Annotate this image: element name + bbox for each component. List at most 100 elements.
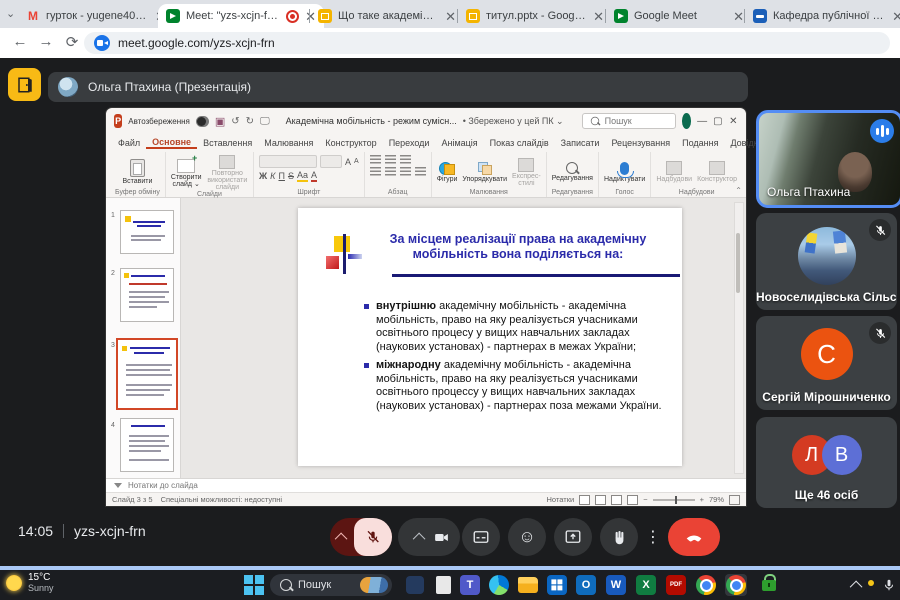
editor-scrollbar[interactable]	[734, 202, 744, 474]
ppt-search-box[interactable]: Пошук	[582, 113, 676, 129]
slide-thumbnail-1[interactable]	[120, 210, 174, 254]
start-slideshow-icon[interactable]: 🖵	[260, 116, 270, 127]
back-icon[interactable]: ←	[10, 33, 30, 50]
zoom-out-icon[interactable]: −	[643, 495, 647, 504]
taskbar-file-explorer-icon[interactable]	[517, 574, 539, 596]
notes-pane[interactable]: Нотатки до слайда	[106, 478, 746, 492]
participant-tile-novoselydivska[interactable]: Новоселидівська Сільс…	[756, 213, 897, 310]
tab-gmail[interactable]: M гурток - yugene4007@gm ✕	[18, 4, 174, 28]
zoom-slider[interactable]	[653, 499, 695, 501]
bullet-list-icon[interactable]	[370, 155, 381, 164]
shrink-font-icon[interactable]: A	[354, 158, 359, 165]
ribbon-tab-record[interactable]: Записати	[555, 138, 606, 148]
editing-button[interactable]: Редагування	[552, 162, 593, 182]
taskbar-chrome-icon[interactable]	[695, 574, 717, 596]
bold-icon[interactable]: Ж	[259, 171, 267, 181]
notes-toggle[interactable]: Нотатки	[547, 495, 575, 504]
leave-room-button[interactable]	[8, 68, 41, 101]
taskbar-edge-icon[interactable]	[488, 574, 510, 596]
dictate-button[interactable]: Надиктувати	[604, 162, 645, 183]
account-avatar[interactable]	[682, 113, 691, 129]
taskbar-lock-app-icon[interactable]	[758, 574, 780, 596]
tab-meet-active[interactable]: Meet: "yzs-xcjn-frn" ✕	[158, 4, 324, 28]
saved-status[interactable]: • Збережено у цей ПК ⌄	[463, 116, 564, 127]
normal-view-icon[interactable]	[579, 495, 590, 505]
ribbon-tab-review[interactable]: Рецензування	[605, 138, 676, 148]
align-left-icon[interactable]	[370, 167, 381, 176]
taskbar-outlook-icon[interactable]: O	[575, 574, 597, 596]
minimize-button[interactable]: —	[697, 116, 707, 127]
justify-icon[interactable]	[415, 167, 426, 176]
ribbon-tab-draw[interactable]: Малювання	[258, 138, 319, 148]
tab-search-chevron-icon[interactable]: ⌄	[6, 7, 15, 20]
font-size-box[interactable]	[320, 155, 342, 168]
camera-options-chevron-icon[interactable]	[409, 518, 433, 556]
participant-tile-serhii[interactable]: С Сергій Мірошниченко	[756, 316, 897, 410]
fit-to-window-icon[interactable]	[729, 495, 740, 505]
align-center-icon[interactable]	[385, 167, 396, 176]
tab-close-icon[interactable]: ✕	[593, 10, 604, 23]
reuse-slides-button[interactable]: Повторно використати слайди	[207, 155, 248, 191]
taskbar-excel-icon[interactable]: X	[635, 574, 657, 596]
strikethrough-icon[interactable]: S	[288, 171, 294, 181]
indent-icon[interactable]	[400, 155, 411, 164]
font-name-box[interactable]	[259, 155, 317, 168]
taskbar-search[interactable]: Пошук	[270, 574, 392, 596]
reading-view-icon[interactable]	[611, 495, 622, 505]
undo-icon[interactable]: ↺	[231, 116, 239, 127]
presentation-tile-bar[interactable]: Ольга Птахина (Презентація)	[48, 72, 748, 102]
slide-sorter-icon[interactable]	[595, 495, 606, 505]
align-right-icon[interactable]	[400, 167, 411, 176]
ribbon-tab-view[interactable]: Подання	[676, 138, 724, 148]
slideshow-view-icon[interactable]	[627, 495, 638, 505]
slide-thumbnail-3-selected[interactable]	[116, 338, 178, 410]
redo-icon[interactable]: ↻	[246, 116, 254, 127]
ribbon-tab-design[interactable]: Конструктор	[319, 138, 382, 148]
more-options-button[interactable]: ⋮	[642, 518, 664, 556]
reactions-button[interactable]: ☺	[508, 518, 546, 556]
captions-button[interactable]	[462, 518, 500, 556]
ribbon-tab-transitions[interactable]: Переходи	[383, 138, 436, 148]
close-button[interactable]: ✕	[729, 116, 738, 127]
italic-icon[interactable]: К	[270, 171, 275, 181]
current-slide-canvas[interactable]: За місцем реалізації права на академічну…	[298, 208, 682, 466]
ribbon-tab-home[interactable]: Основне	[146, 137, 197, 149]
slide-thumbnail-4[interactable]	[120, 418, 174, 472]
taskbar-pdf-icon[interactable]: PDF	[665, 574, 687, 596]
raise-hand-button[interactable]	[600, 518, 638, 556]
font-color-icon[interactable]: A	[311, 170, 317, 182]
addins-button[interactable]: Надбудови	[656, 161, 692, 183]
participant-tile-olga-video[interactable]: Ольга Птахина	[756, 110, 900, 208]
numbered-list-icon[interactable]	[385, 155, 396, 164]
taskbar-document-icon[interactable]	[432, 574, 454, 596]
tab-titul-pptx[interactable]: титул.pptx - Google През ✕	[458, 4, 612, 28]
maximize-button[interactable]: ▢	[713, 116, 722, 127]
forward-icon[interactable]: →	[36, 33, 56, 50]
shapes-button[interactable]: Фігури	[437, 162, 458, 183]
ribbon-tab-animations[interactable]: Анімація	[435, 138, 483, 148]
collapse-ribbon-icon[interactable]: ⌃	[735, 186, 742, 195]
tab-close-icon[interactable]: ✕	[733, 10, 744, 23]
new-slide-button[interactable]: Створити слайд ⌄	[171, 159, 202, 188]
grow-font-icon[interactable]: A	[345, 157, 351, 167]
tab-slides-doc[interactable]: Що таке академічна добр ✕	[310, 4, 464, 28]
ribbon-tab-slideshow[interactable]: Показ слайдів	[484, 138, 555, 148]
paste-button[interactable]: Вставити	[122, 159, 152, 185]
accessibility-status[interactable]: Спеціальні можливості: недоступні	[161, 495, 282, 504]
mic-button-muted[interactable]	[330, 518, 392, 556]
ribbon-tab-file[interactable]: Файл	[112, 138, 146, 148]
autosave-toggle[interactable]	[196, 116, 209, 127]
mic-options-chevron-icon[interactable]	[330, 518, 354, 556]
zoom-level[interactable]: 79%	[709, 495, 724, 504]
arrange-button[interactable]: Упорядкувати	[462, 162, 507, 183]
end-call-button[interactable]	[668, 518, 720, 556]
tray-mic-icon[interactable]	[882, 578, 896, 592]
save-icon[interactable]: ▣	[215, 115, 225, 128]
notes-collapse-icon[interactable]	[114, 483, 122, 488]
tab-google-meet[interactable]: Google Meet ✕	[606, 4, 752, 28]
tab-close-icon[interactable]: ✕	[892, 10, 900, 23]
more-participants-tile[interactable]: Л В Ще 46 осіб	[756, 417, 897, 508]
taskbar-word-icon[interactable]: W	[605, 574, 627, 596]
designer-button[interactable]: Конструктор	[697, 161, 737, 183]
address-bar[interactable]: meet.google.com/yzs-xcjn-frn	[84, 32, 890, 54]
